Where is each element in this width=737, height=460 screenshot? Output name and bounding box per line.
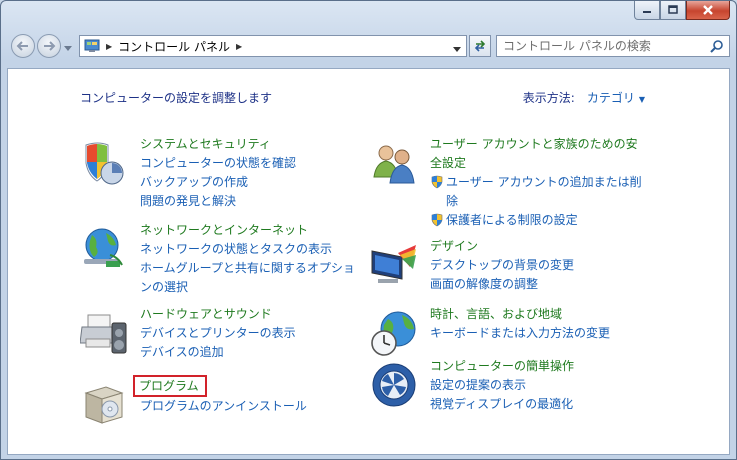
category-title-continued[interactable]: 全設定: [430, 154, 660, 173]
category-title[interactable]: ネットワークとインターネット: [140, 221, 370, 240]
category-title[interactable]: コンピューターの簡単操作: [430, 357, 660, 376]
minimize-icon: [643, 11, 651, 13]
programs-highlight[interactable]: プログラム: [133, 375, 207, 397]
minimize-button[interactable]: [634, 1, 660, 20]
link-get-recommendations[interactable]: 設定の提案の表示: [430, 376, 660, 395]
forward-button[interactable]: [37, 34, 61, 58]
link-parental-controls[interactable]: 保護者による制限の設定: [446, 211, 578, 230]
caption-buttons: [634, 1, 730, 21]
users-icon: [373, 145, 415, 184]
link-change-background[interactable]: デスクトップの背景の変更: [430, 256, 660, 275]
arrow-left-icon: [16, 41, 28, 51]
category-network-internet-text: ネットワークとインターネット ネットワークの状態とタスクの表示 ホームグループと…: [140, 221, 370, 297]
search-input[interactable]: [503, 39, 703, 53]
control-panel-window: ▶ コントロール パネル ▶ コンピューターの設定を調整します 表示方法:: [0, 0, 737, 460]
network-globe-icon: [84, 228, 123, 267]
chevron-down-icon[interactable]: ▼: [639, 95, 645, 104]
link-network-status[interactable]: ネットワークの状態とタスクの表示: [140, 240, 370, 259]
category-title[interactable]: デザイン: [430, 237, 660, 256]
category-appearance: デザイン デスクトップの背景の変更 画面の解像度の調整: [370, 237, 650, 297]
link-add-remove-accounts[interactable]: ユーザー アカウントの追加または削: [446, 173, 642, 192]
category-hardware-sound-text: ハードウェアとサウンド デバイスとプリンターの表示 デバイスの追加: [140, 305, 370, 362]
category-system-security: システムとセキュリティ コンピューターの状態を確認 バックアップの作成 問題の発…: [80, 135, 360, 215]
view-by-label: 表示方法:: [522, 91, 575, 105]
link-change-keyboard[interactable]: キーボードまたは入力方法の変更: [430, 324, 660, 343]
breadcrumb-separator-icon[interactable]: ▶: [106, 42, 112, 51]
uac-shield-icon: [431, 175, 443, 189]
link-check-computer-status[interactable]: コンピューターの状態を確認: [140, 154, 370, 173]
link-add-device[interactable]: デバイスの追加: [140, 343, 370, 362]
refresh-icon: [474, 40, 486, 52]
appearance-monitor-icon: [371, 245, 416, 283]
category-clock-language-region-text: 時計、言語、および地域 キーボードまたは入力方法の変更: [430, 305, 660, 343]
category-programs: プログラム プログラムのアンインストール: [80, 375, 360, 425]
search-icon[interactable]: [710, 39, 724, 53]
category-network-internet: ネットワークとインターネット ネットワークの状態とタスクの表示 ホームグループと…: [80, 221, 360, 301]
category-programs-text: プログラム プログラムのアンインストール: [133, 375, 370, 416]
category-system-security-text: システムとセキュリティ コンピューターの状態を確認 バックアップの作成 問題の発…: [140, 135, 370, 211]
content-pane: コンピューターの設定を調整します 表示方法: カテゴリ ▼ システムとセキュリティ…: [7, 68, 730, 455]
category-title[interactable]: 時計、言語、および地域: [430, 305, 660, 324]
back-button[interactable]: [11, 34, 35, 58]
arrow-right-icon: [44, 41, 56, 51]
breadcrumb-control-panel[interactable]: コントロール パネル: [118, 38, 230, 55]
uac-shield-icon: [431, 213, 443, 227]
search-box[interactable]: [496, 35, 730, 57]
control-panel-icon: [84, 39, 100, 52]
category-user-accounts-text: ユーザー アカウントと家族のための安 全設定 ユーザー アカウントの追加または削…: [430, 135, 660, 230]
maximize-button[interactable]: [660, 1, 686, 20]
breadcrumb-separator-icon[interactable]: ▶: [236, 42, 242, 51]
ease-of-access-icon: [372, 363, 416, 407]
link-add-remove-accounts-row: ユーザー アカウントの追加または削 除: [430, 173, 660, 211]
category-title-highlighted[interactable]: プログラム: [133, 375, 370, 397]
page-title: コンピューターの設定を調整します: [80, 91, 273, 105]
category-title[interactable]: ユーザー アカウントと家族のための安: [430, 135, 660, 154]
category-title[interactable]: ハードウェアとサウンド: [140, 305, 370, 324]
category-ease-of-access-text: コンピューターの簡単操作 設定の提案の表示 視覚ディスプレイの最適化: [430, 357, 660, 414]
link-backup[interactable]: バックアップの作成: [140, 173, 370, 192]
category-title[interactable]: システムとセキュリティ: [140, 135, 370, 154]
security-shield-icon: [85, 142, 124, 185]
clock-globe-icon: [371, 311, 416, 356]
link-homegroup-options[interactable]: ホームグループと共有に関するオプショ: [140, 259, 370, 278]
category-user-accounts: ユーザー アカウントと家族のための安 全設定 ユーザー アカウントの追加または削…: [370, 135, 650, 235]
link-uninstall-program[interactable]: プログラムのアンインストール: [140, 397, 370, 416]
link-optimize-display[interactable]: 視覚ディスプレイの最適化: [430, 395, 660, 414]
category-hardware-sound: ハードウェアとサウンド デバイスとプリンターの表示 デバイスの追加: [80, 305, 360, 369]
view-by: 表示方法: カテゴリ ▼: [523, 89, 645, 106]
programs-box-icon: [84, 386, 124, 424]
link-homegroup-options-continued[interactable]: ンの選択: [140, 278, 370, 297]
refresh-button[interactable]: [469, 35, 491, 57]
chevron-down-icon: [453, 47, 461, 52]
category-clock-language-region: 時計、言語、および地域 キーボードまたは入力方法の変更: [370, 305, 650, 365]
address-bar[interactable]: ▶ コントロール パネル ▶: [79, 35, 467, 57]
navigation-bar: ▶ コントロール パネル ▶: [9, 31, 730, 61]
category-appearance-text: デザイン デスクトップの背景の変更 画面の解像度の調整: [430, 237, 660, 294]
link-adjust-resolution[interactable]: 画面の解像度の調整: [430, 275, 660, 294]
link-add-remove-accounts-continued[interactable]: 除: [446, 192, 642, 211]
category-ease-of-access: コンピューターの簡単操作 設定の提案の表示 視覚ディスプレイの最適化: [370, 357, 650, 427]
address-dropdown[interactable]: [453, 42, 461, 56]
printer-icon: [80, 314, 127, 354]
view-by-dropdown[interactable]: カテゴリ ▼: [587, 89, 645, 106]
maximize-icon: [668, 5, 678, 14]
close-icon: [703, 5, 713, 15]
link-parental-controls-row: 保護者による制限の設定: [430, 211, 660, 230]
chevron-down-icon: [64, 46, 72, 51]
link-troubleshoot[interactable]: 問題の発見と解決: [140, 192, 370, 211]
recent-pages-dropdown[interactable]: [64, 41, 72, 55]
view-by-value[interactable]: カテゴリ: [587, 91, 635, 105]
close-button[interactable]: [686, 1, 730, 20]
link-devices-printers[interactable]: デバイスとプリンターの表示: [140, 324, 370, 343]
